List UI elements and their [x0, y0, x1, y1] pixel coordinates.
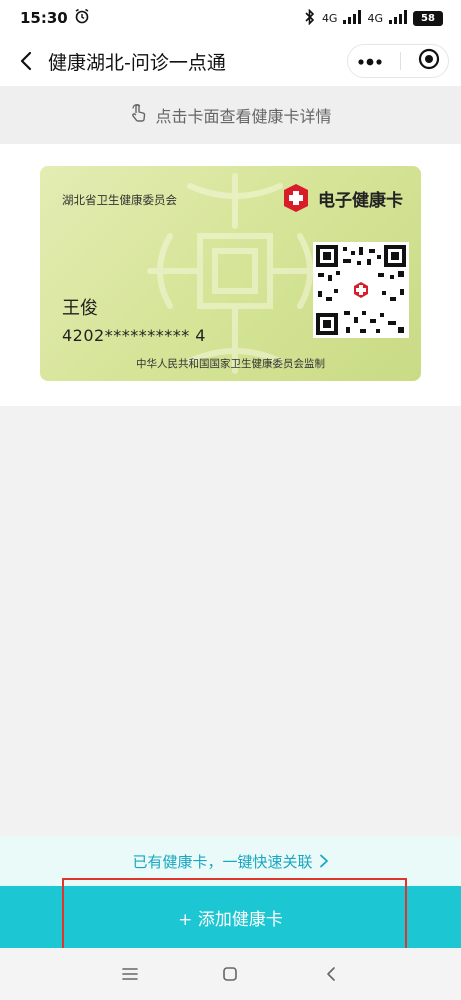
nav-bar: 健康湖北-问诊一点通	[0, 36, 461, 86]
chevron-left-icon	[20, 51, 32, 71]
hint-text: 点击卡面查看健康卡详情	[155, 107, 332, 126]
chevron-right-icon	[319, 854, 329, 868]
qr-code	[313, 242, 409, 338]
more-button[interactable]	[357, 52, 383, 71]
card-supervisor: 中华人民共和国国家卫生健康委员会监制	[136, 358, 325, 370]
health-card[interactable]: 湖北省卫生健康委员会 电子健康卡 王俊 4202********** 4 中华人…	[40, 166, 421, 381]
hint-bar: 点击卡面查看健康卡详情	[0, 86, 461, 144]
add-health-card-label: + 添加健康卡	[178, 909, 283, 930]
more-icon	[357, 58, 382, 65]
target-icon	[418, 48, 439, 70]
signal-icon-2	[389, 9, 407, 27]
card-brand-text: 电子健康卡	[318, 190, 403, 211]
card-holder-name: 王俊	[62, 298, 98, 319]
capsule-menu	[347, 44, 449, 78]
bluetooth-icon	[304, 8, 316, 28]
system-back-button[interactable]	[311, 954, 351, 994]
status-right: 4G 4G 58	[304, 8, 443, 28]
recents-button[interactable]	[110, 954, 150, 994]
add-health-card-button[interactable]: + 添加健康卡	[0, 886, 461, 948]
square-icon	[223, 967, 238, 981]
tap-hand-icon	[129, 103, 149, 127]
home-button[interactable]	[210, 954, 250, 994]
page-title: 健康湖北-问诊一点通	[48, 51, 226, 74]
signal-icon-1	[343, 9, 362, 27]
system-nav-bar	[0, 948, 461, 1000]
card-section: 湖北省卫生健康委员会 电子健康卡 王俊 4202********** 4 中华人…	[0, 144, 461, 406]
network-label-1: 4G	[321, 11, 338, 25]
capsule-divider	[399, 52, 401, 70]
chevron-left-icon	[327, 967, 335, 981]
status-time: 15:30	[20, 9, 68, 27]
alarm-icon	[74, 8, 90, 28]
card-id-number: 4202********** 4	[62, 326, 206, 345]
network-label-2: 4G	[367, 11, 383, 25]
status-bar: 15:30 4G 4G 58	[0, 0, 461, 36]
red-cross-logo-icon	[284, 184, 308, 212]
link-existing-card-label: 已有健康卡，一键快速关联	[132, 852, 313, 871]
card-brand: 电子健康卡	[280, 182, 403, 214]
battery-icon: 58	[413, 10, 443, 26]
link-existing-card-link[interactable]: 已有健康卡，一键快速关联	[0, 836, 461, 886]
card-issuer: 湖北省卫生健康委员会	[62, 193, 177, 207]
back-button[interactable]	[12, 47, 40, 75]
status-left: 15:30	[20, 8, 90, 28]
menu-icon	[122, 968, 138, 980]
close-miniprogram-button[interactable]	[418, 48, 440, 74]
